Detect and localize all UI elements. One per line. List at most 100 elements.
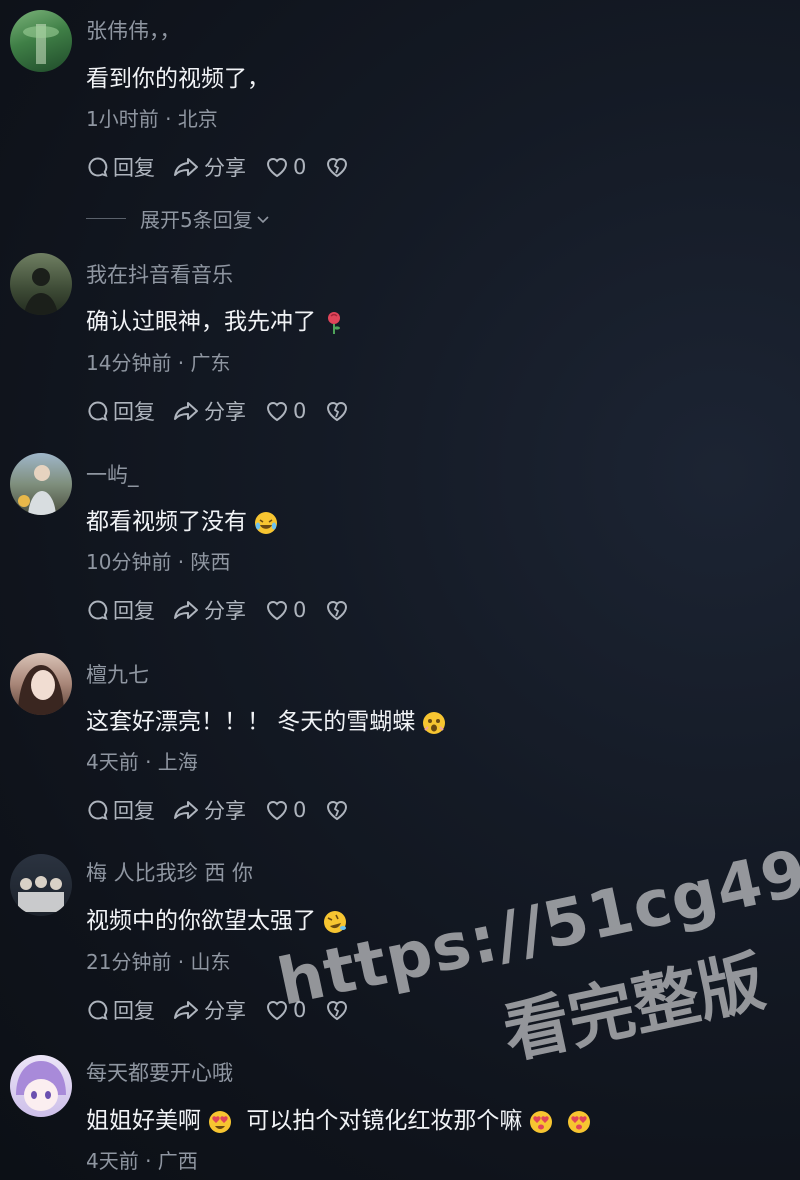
reply-button[interactable]: 回复: [86, 396, 155, 426]
shocked-face-emoji: [423, 711, 446, 734]
comment-text-part: 可以拍个对镜化红妆那个嘛: [246, 1108, 523, 1134]
broken-heart-icon: [327, 158, 348, 178]
avatar[interactable]: [10, 854, 72, 916]
share-arrow-icon: [174, 801, 198, 819]
share-label: 分享: [204, 400, 246, 424]
comment-author[interactable]: 梅 人比我珍 西 你: [86, 860, 253, 886]
broken-heart-icon: [327, 601, 348, 621]
comment-meta: 21分钟前 · 山东: [86, 950, 231, 974]
heart-icon: [266, 402, 288, 422]
share-button[interactable]: 分享: [173, 595, 246, 625]
reply-label: 回复: [113, 599, 155, 623]
comment-item: 梅 人比我珍 西 你 视频中的你欲望太强了 21分钟前 · 山东 回复 分享 0: [0, 846, 800, 1046]
chat-bubble-icon: [88, 401, 108, 422]
dislike-button[interactable]: [324, 598, 353, 622]
like-button[interactable]: 0: [264, 598, 306, 622]
avatar[interactable]: [10, 653, 72, 715]
reply-button[interactable]: 回复: [86, 152, 155, 182]
divider-line: [86, 218, 126, 219]
comment-text: 确认过眼神，我先冲了: [86, 307, 346, 337]
comment-item: 每天都要开心哦 姐姐好美啊 可以拍个对镜化红妆那个嘛 4天前 · 广西: [0, 1048, 800, 1180]
comment-text-content: 视频中的你欲望太强了: [86, 908, 316, 934]
comment-text-content: 这套好漂亮！！！ 冬天的雪蝴蝶: [86, 709, 416, 735]
comment-meta: 4天前 · 上海: [86, 750, 198, 774]
like-button[interactable]: 0: [264, 155, 306, 179]
heart-eyes-emoji: [209, 1110, 231, 1133]
comment-actions: 回复 分享 0: [86, 152, 371, 182]
reply-button[interactable]: 回复: [86, 595, 155, 625]
share-button[interactable]: 分享: [173, 995, 246, 1025]
reply-label: 回复: [113, 400, 155, 424]
comment-author[interactable]: 檀九七: [86, 662, 149, 688]
comment-item: 檀九七 这套好漂亮！！！ 冬天的雪蝴蝶 4天前 · 上海 回复 分享 0: [0, 645, 800, 845]
heart-eyes-emoji: [530, 1110, 553, 1133]
share-button[interactable]: 分享: [173, 152, 246, 182]
comment-item: 一屿_ 都看视频了没有 10分钟前 · 陕西 回复 分享 0: [0, 445, 800, 645]
dislike-button[interactable]: [324, 998, 353, 1022]
comment-item: 张伟伟，， 看到你的视频了， 1小时前 · 北京 回复 分享 0 展开5条回复: [0, 0, 800, 240]
comment-meta: 1小时前 · 北京: [86, 107, 218, 131]
tearful-laugh-emoji: [255, 511, 277, 534]
expand-replies-label: 展开5条回复: [140, 208, 253, 232]
reply-label: 回复: [113, 156, 155, 180]
comment-author[interactable]: 张伟伟，，: [86, 18, 181, 44]
reply-label: 回复: [113, 799, 155, 823]
comment-author[interactable]: 一屿_: [86, 462, 139, 488]
comment-meta: 10分钟前 · 陕西: [86, 550, 231, 574]
rose-emoji: [328, 311, 340, 334]
share-arrow-icon: [174, 402, 198, 420]
expand-replies-button[interactable]: 展开5条回复: [86, 204, 271, 233]
rolling-laugh-emoji: [324, 910, 346, 933]
chevron-down-icon: [257, 215, 269, 223]
comment-text-part: 姐姐好美啊: [86, 1108, 201, 1134]
comment-actions: 回复 分享 0: [86, 595, 371, 625]
broken-heart-icon: [327, 402, 348, 422]
reply-label: 回复: [113, 999, 155, 1023]
chat-bubble-icon: [88, 157, 108, 178]
heart-eyes-emoji: [568, 1110, 591, 1133]
share-button[interactable]: 分享: [173, 795, 246, 825]
dislike-button[interactable]: [324, 155, 353, 179]
like-button[interactable]: 0: [264, 798, 306, 822]
heart-icon: [266, 601, 288, 621]
like-count: 0: [293, 598, 307, 622]
chat-bubble-icon: [88, 600, 108, 621]
dislike-button[interactable]: [324, 798, 353, 822]
comment-actions: 回复 分享 0: [86, 396, 371, 426]
share-label: 分享: [204, 156, 246, 180]
comment-author[interactable]: 我在抖音看音乐: [86, 262, 233, 288]
broken-heart-icon: [327, 801, 348, 821]
comment-text: 姐姐好美啊 可以拍个对镜化红妆那个嘛: [86, 1106, 592, 1136]
reply-button[interactable]: 回复: [86, 995, 155, 1025]
avatar[interactable]: [10, 253, 72, 315]
comment-meta: 4天前 · 广西: [86, 1149, 198, 1173]
avatar[interactable]: [10, 453, 72, 515]
reply-button[interactable]: 回复: [86, 795, 155, 825]
comment-text: 都看视频了没有: [86, 507, 279, 537]
like-count: 0: [293, 798, 307, 822]
comment-author[interactable]: 每天都要开心哦: [86, 1060, 233, 1086]
share-label: 分享: [204, 599, 246, 623]
comment-text: 视频中的你欲望太强了: [86, 906, 348, 936]
comment-text-content: 都看视频了没有: [86, 509, 247, 535]
comment-actions: 回复 分享 0: [86, 795, 371, 825]
avatar[interactable]: [10, 1055, 72, 1117]
chat-bubble-icon: [88, 1000, 108, 1021]
share-arrow-icon: [174, 1001, 198, 1019]
avatar[interactable]: [10, 10, 72, 72]
like-button[interactable]: 0: [264, 998, 306, 1022]
share-label: 分享: [204, 999, 246, 1023]
chat-bubble-icon: [88, 800, 108, 821]
share-label: 分享: [204, 799, 246, 823]
heart-icon: [266, 801, 288, 821]
comment-text-content: 确认过眼神，我先冲了: [86, 309, 316, 335]
share-button[interactable]: 分享: [173, 396, 246, 426]
like-button[interactable]: 0: [264, 399, 306, 423]
share-arrow-icon: [174, 601, 198, 619]
dislike-button[interactable]: [324, 399, 353, 423]
heart-icon: [266, 1001, 288, 1021]
share-arrow-icon: [174, 158, 198, 176]
comment-item: 我在抖音看音乐 确认过眼神，我先冲了 14分钟前 · 广东 回复 分享 0: [0, 245, 800, 445]
heart-icon: [266, 158, 288, 178]
comment-actions: 回复 分享 0: [86, 995, 371, 1025]
